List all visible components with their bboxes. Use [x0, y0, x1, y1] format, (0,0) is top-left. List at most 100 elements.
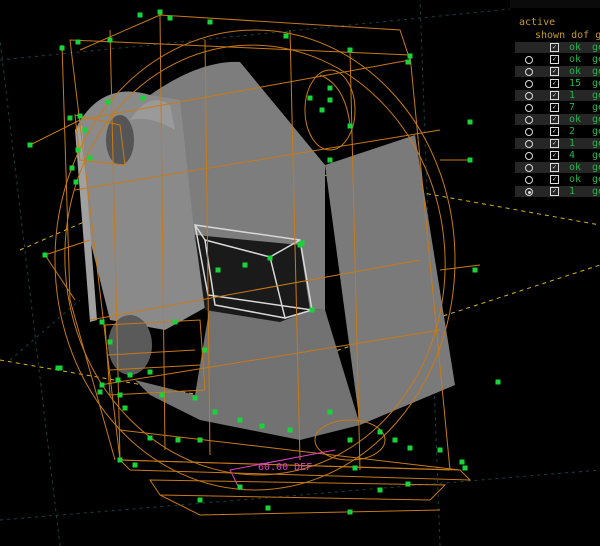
control-handle[interactable] [407, 445, 413, 451]
active-radio[interactable] [525, 116, 533, 124]
control-handle[interactable] [347, 437, 353, 443]
control-handle[interactable] [82, 127, 88, 133]
control-handle[interactable] [107, 339, 113, 345]
panel-row[interactable]: ✓ okge [515, 162, 600, 173]
control-handle[interactable] [117, 392, 123, 398]
control-handle[interactable] [105, 99, 111, 105]
control-handle[interactable] [267, 255, 273, 261]
panel-row[interactable]: ✓ okge [515, 66, 600, 77]
control-handle[interactable] [319, 107, 325, 113]
active-radio[interactable] [525, 56, 533, 64]
control-handle[interactable] [127, 372, 133, 378]
control-handle[interactable] [327, 85, 333, 91]
control-handle[interactable] [69, 165, 75, 171]
control-handle[interactable] [99, 319, 105, 325]
control-handle[interactable] [122, 405, 128, 411]
active-radio[interactable] [525, 128, 533, 136]
panel-row[interactable]: ✓ 2 ge [515, 126, 600, 137]
control-handle[interactable] [132, 462, 138, 468]
control-handle[interactable] [327, 409, 333, 415]
control-handle[interactable] [377, 429, 383, 435]
panel-row[interactable]: ✓ okge [515, 54, 600, 65]
panel-row[interactable]: ✓ 4 ge [515, 150, 600, 161]
dimension-annotation[interactable]: 60.00 DEF [229, 449, 336, 491]
control-handle[interactable] [405, 59, 411, 65]
control-handle[interactable] [259, 423, 265, 429]
control-handle[interactable] [347, 123, 353, 129]
control-handle[interactable] [77, 113, 83, 119]
panel-row[interactable]: ✓ okge [515, 42, 600, 53]
control-handle[interactable] [459, 459, 465, 465]
control-handle[interactable] [99, 382, 105, 388]
control-handle[interactable] [207, 19, 213, 25]
control-handle[interactable] [309, 307, 315, 313]
panel-row[interactable]: ✓ okge [515, 174, 600, 185]
panel-row[interactable]: ✓ 15 ge [515, 78, 600, 89]
panel-row[interactable]: ✓ okge [515, 114, 600, 125]
control-handle[interactable] [59, 45, 65, 51]
control-handle[interactable] [67, 115, 73, 121]
control-handle[interactable] [73, 179, 79, 185]
shown-checkbox[interactable]: ✓ [550, 55, 559, 64]
panel-row[interactable]: ✓ 1 ge [515, 186, 600, 197]
shown-checkbox[interactable]: ✓ [550, 67, 559, 76]
control-handle[interactable] [27, 142, 33, 148]
shown-checkbox[interactable]: ✓ [550, 163, 559, 172]
control-handle[interactable] [352, 465, 358, 471]
shown-checkbox[interactable]: ✓ [550, 79, 559, 88]
active-radio[interactable] [525, 176, 533, 184]
control-handle[interactable] [147, 369, 153, 375]
control-handle[interactable] [42, 252, 48, 258]
control-handle[interactable] [467, 157, 473, 163]
control-handle[interactable] [472, 267, 478, 273]
control-handle[interactable] [159, 392, 165, 398]
control-handle[interactable] [347, 509, 353, 515]
dimension-label[interactable]: 60.00 DEF [258, 462, 312, 473]
control-handle[interactable] [437, 447, 443, 453]
control-handle[interactable] [55, 365, 61, 371]
control-handle[interactable] [307, 95, 313, 101]
control-handle[interactable] [175, 437, 181, 443]
active-radio[interactable] [525, 92, 533, 100]
control-handle[interactable] [140, 95, 146, 101]
control-handle[interactable] [297, 242, 303, 248]
control-handle[interactable] [157, 9, 163, 15]
control-handle[interactable] [147, 435, 153, 441]
shown-checkbox[interactable]: ✓ [550, 139, 559, 148]
control-handle[interactable] [327, 157, 333, 163]
control-handle[interactable] [347, 47, 353, 53]
control-handle[interactable] [283, 33, 289, 39]
control-handle[interactable] [172, 319, 178, 325]
shown-checkbox[interactable]: ✓ [550, 187, 559, 196]
active-radio[interactable] [525, 68, 533, 76]
panel-row[interactable]: ✓ 1 ge [515, 90, 600, 101]
active-radio[interactable] [525, 188, 533, 196]
panel-row[interactable]: ✓ 7 ge [515, 102, 600, 113]
control-handle[interactable] [167, 15, 173, 21]
control-handle[interactable] [192, 395, 198, 401]
control-handle[interactable] [117, 457, 123, 463]
shown-checkbox[interactable]: ✓ [550, 151, 559, 160]
control-handle[interactable] [467, 119, 473, 125]
control-handle[interactable] [495, 379, 501, 385]
control-handle[interactable] [327, 97, 333, 103]
shown-checkbox[interactable]: ✓ [550, 127, 559, 136]
active-radio[interactable] [525, 152, 533, 160]
control-handle[interactable] [242, 262, 248, 268]
control-handle[interactable] [377, 487, 383, 493]
control-handle[interactable] [75, 39, 81, 45]
control-handle[interactable] [237, 484, 243, 490]
panel-row[interactable]: ✓ 1 ge [515, 138, 600, 149]
active-radio[interactable] [525, 140, 533, 148]
control-handle[interactable] [212, 409, 218, 415]
shown-checkbox[interactable]: ✓ [550, 103, 559, 112]
control-handle[interactable] [115, 377, 121, 383]
control-handle[interactable] [287, 427, 293, 433]
control-handle[interactable] [197, 437, 203, 443]
control-handle[interactable] [237, 417, 243, 423]
control-handle[interactable] [137, 12, 143, 18]
active-radio[interactable] [525, 104, 533, 112]
control-handle[interactable] [202, 347, 208, 353]
control-handle[interactable] [75, 147, 81, 153]
control-handle[interactable] [197, 497, 203, 503]
